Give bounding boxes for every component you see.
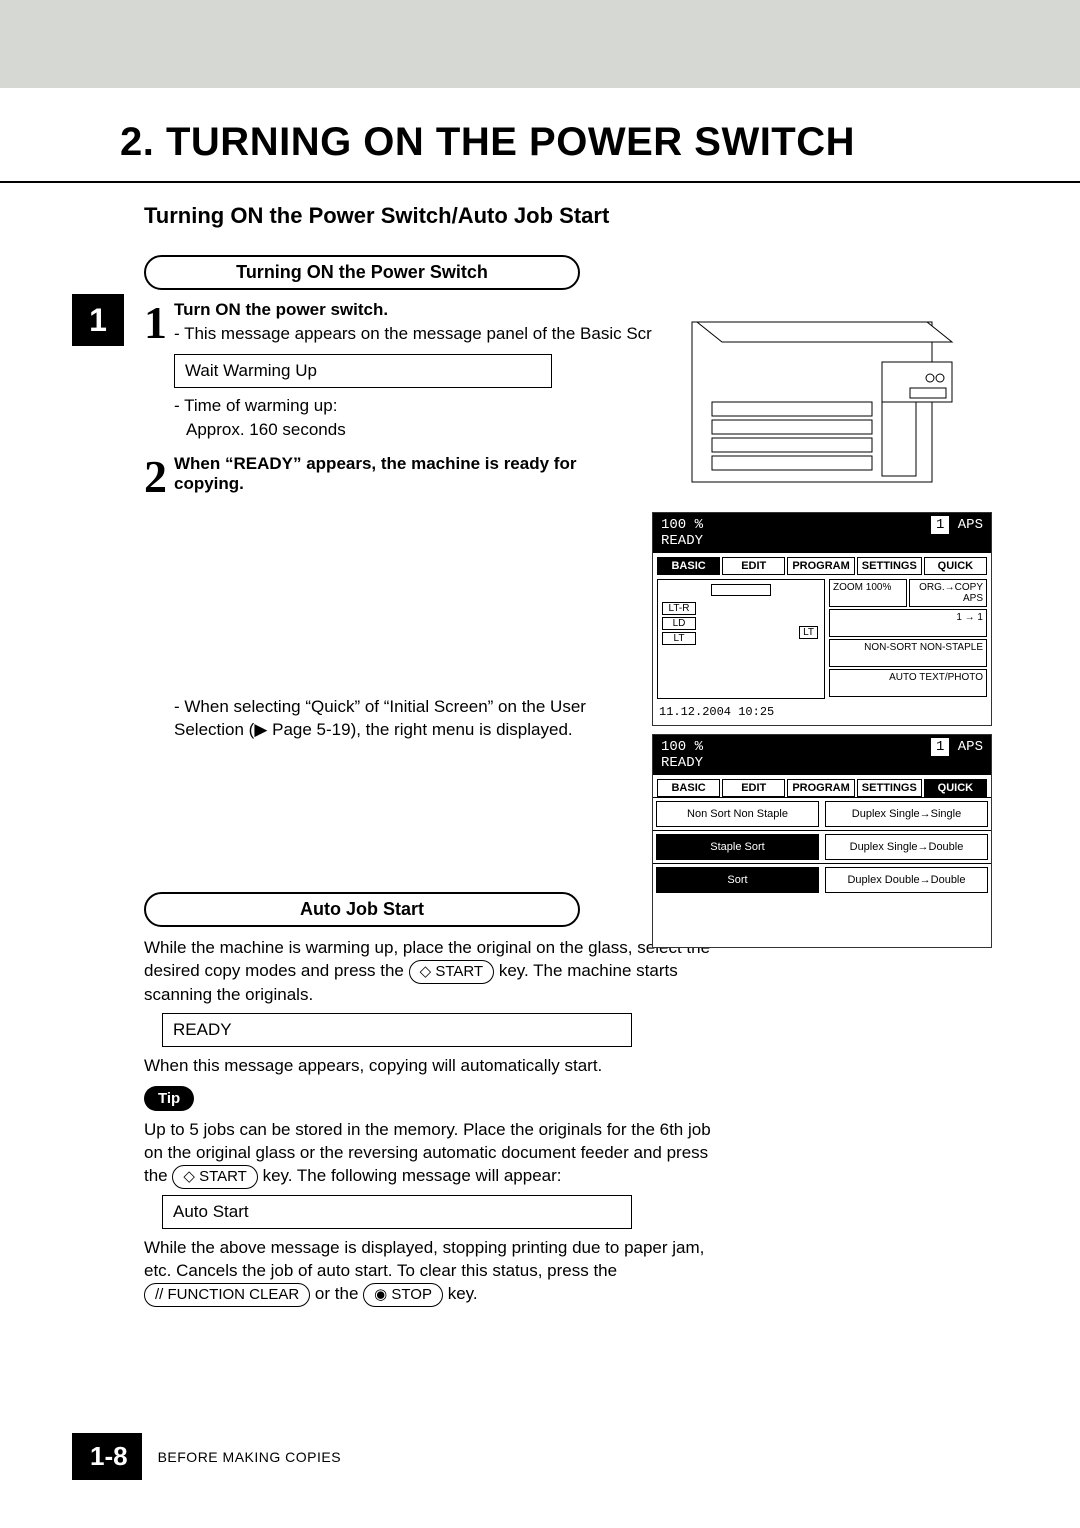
q-staplesort: Staple Sort	[656, 834, 819, 860]
tab-program: PROGRAM	[787, 557, 854, 575]
para4-a: While the above message is displayed, st…	[144, 1238, 704, 1280]
section-pill-autojob: Auto Job Start	[144, 892, 580, 927]
tip-badge: Tip	[144, 1086, 194, 1111]
page-subheading: Turning ON the Power Switch/Auto Job Sta…	[0, 203, 1080, 229]
heading-number: 2.	[120, 120, 154, 164]
q-nonsort: Non Sort Non Staple	[656, 801, 819, 827]
section-pill-power: Turning ON the Power Switch	[144, 255, 580, 290]
message-box-autostart: Auto Start	[162, 1195, 632, 1229]
step-1-number: 1	[144, 300, 174, 346]
start-key: ◇ START	[409, 960, 495, 984]
lcd1-datetime: 11.12.2004 10:25	[653, 703, 991, 721]
step-1-line2: Time of warming up:	[144, 396, 726, 416]
tab2-basic: BASIC	[657, 779, 720, 797]
tab2-edit: EDIT	[722, 779, 785, 797]
q-duplex-ss: Duplex Single→Single	[825, 801, 988, 827]
autojob-para3: Up to 5 jobs can be stored in the memory…	[144, 1119, 726, 1189]
lcd-basic-screen: 100 % 1 APS READY BASIC EDIT PROGRAM SET…	[652, 512, 992, 726]
step-2-title: When “READY” appears, the machine is rea…	[174, 454, 594, 494]
top-band	[0, 0, 1080, 88]
tab-edit: EDIT	[722, 557, 785, 575]
lcd2-aps: APS	[958, 739, 983, 755]
tray-panel: LT-R LD LT LT	[657, 579, 825, 699]
autojob-para1: While the machine is warming up, place t…	[144, 937, 726, 1007]
page-number: 1-8	[72, 1433, 142, 1480]
lcd1-ready: READY	[661, 533, 703, 549]
tab-basic: BASIC	[657, 557, 720, 575]
rc-1to1: 1 → 1	[829, 609, 987, 637]
step-1-title: Turn ON the power switch.	[174, 300, 726, 320]
page-heading: 2. TURNING ON THE POWER SWITCH	[120, 120, 960, 165]
tab2-settings: SETTINGS	[857, 779, 922, 797]
q-duplex-dd: Duplex Double→Double	[825, 867, 988, 893]
tray-lt1: LT	[662, 632, 696, 645]
tab2-quick: QUICK	[924, 779, 987, 797]
tab-quick: QUICK	[924, 557, 987, 575]
para3-b: key. The following message will appear:	[263, 1166, 562, 1185]
lcd-quick-screen: 100 % 1 APS READY BASIC EDIT PROGRAM SET…	[652, 734, 992, 948]
autojob-para4: While the above message is displayed, st…	[144, 1237, 726, 1307]
page-footer: 1-8 BEFORE MAKING COPIES	[72, 1433, 341, 1480]
lcd1-count: 1	[931, 516, 949, 534]
lcd1-percent: 100 %	[661, 517, 703, 533]
message-box-warmup: Wait Warming Up	[174, 354, 552, 388]
rc-nonsort: NON-SORT NON-STAPLE	[829, 639, 987, 667]
footer-section-label: BEFORE MAKING COPIES	[158, 1449, 341, 1465]
rc-textphoto: AUTO TEXT/PHOTO	[829, 669, 987, 697]
autojob-para2: When this message appears, copying will …	[144, 1055, 726, 1078]
lcd2-percent: 100 %	[661, 739, 703, 755]
copier-machine-illustration	[652, 302, 992, 502]
function-clear-key: // FUNCTION CLEAR	[144, 1283, 310, 1307]
para4-b: or the	[315, 1284, 363, 1303]
step-2-number: 2	[144, 454, 174, 500]
lcd1-aps: APS	[958, 517, 983, 533]
tray-ld: LD	[662, 617, 696, 630]
q-duplex-sd: Duplex Single→Double	[825, 834, 988, 860]
stop-key: ◉ STOP	[363, 1283, 443, 1307]
para4-c: key.	[448, 1284, 478, 1303]
step-1-line1: This message appears on the message pane…	[174, 324, 726, 344]
q-sort: Sort	[656, 867, 819, 893]
tray-lt-side: LT	[799, 626, 818, 639]
lcd2-count: 1	[931, 738, 949, 756]
heading-title: TURNING ON THE POWER SWITCH	[166, 120, 855, 164]
rc-zoom: ZOOM 100%	[829, 579, 907, 607]
tab2-program: PROGRAM	[787, 779, 854, 797]
rc-orgcopy: ORG.→COPY APS	[909, 579, 987, 607]
start-key-2: ◇ START	[172, 1165, 258, 1189]
tab-settings: SETTINGS	[857, 557, 922, 575]
message-box-ready: READY	[162, 1013, 632, 1047]
quick-menu-note: When selecting “Quick” of “Initial Scree…	[144, 696, 644, 742]
lcd2-ready: READY	[661, 755, 703, 771]
step-1-line3: Approx. 160 seconds	[144, 420, 726, 440]
tray-ltr: LT-R	[662, 602, 696, 615]
